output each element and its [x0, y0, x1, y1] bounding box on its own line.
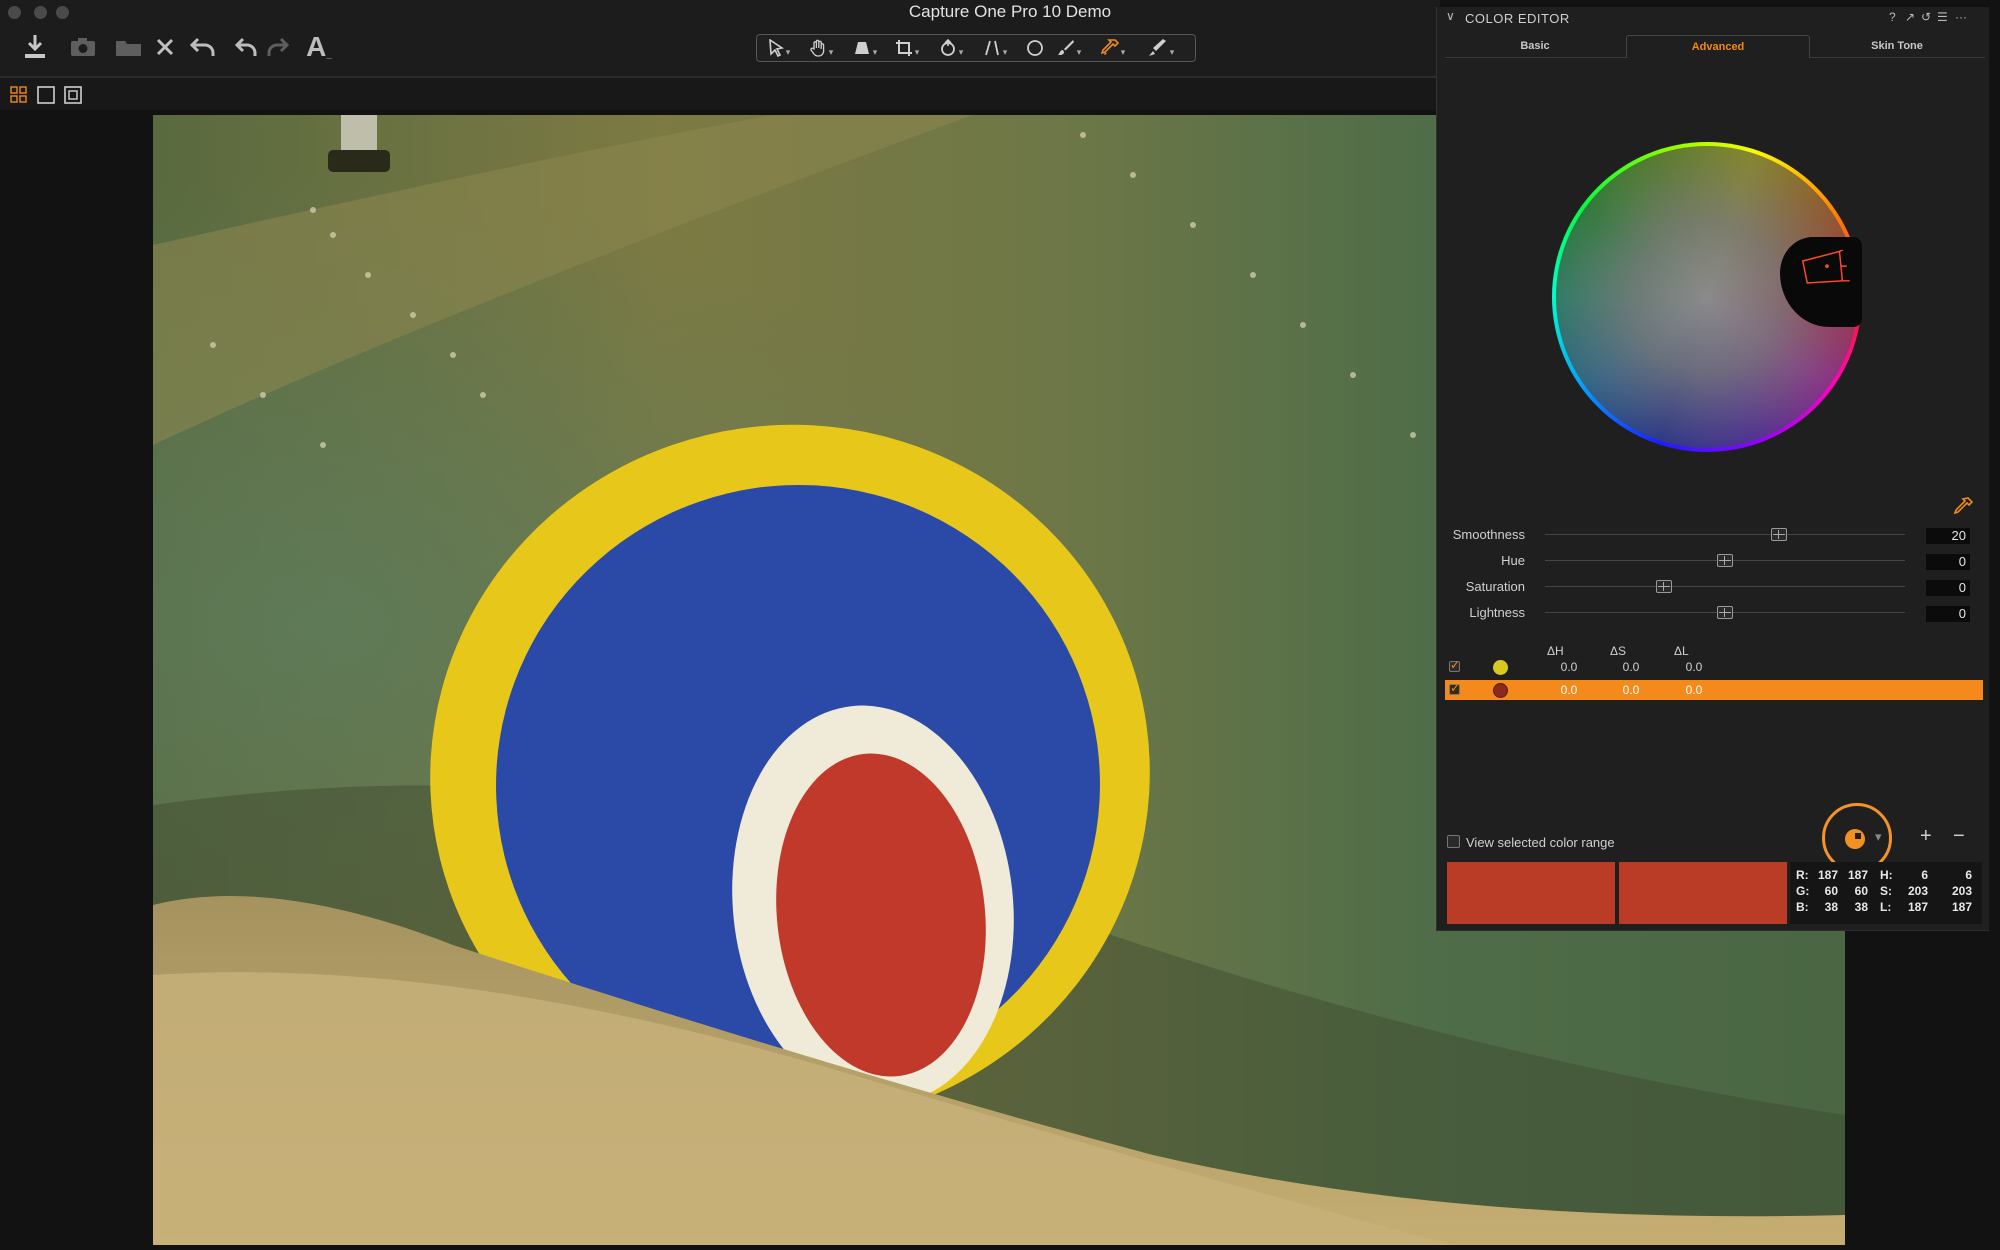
range-selector-handle[interactable] — [1797, 250, 1857, 294]
readout-h-before: 6 — [1921, 868, 1928, 882]
toolbar: Capture One Pro 10 Demo A _ ▾ ▾ ▾ ▾ ▾ ▾ … — [0, 0, 1440, 76]
rotate-tool-icon[interactable]: ▾ — [933, 37, 969, 59]
color-readout: R: 187 187 H: 6 6 G: 60 60 S: 203 203 B: 38 38 L: 1… — [1790, 862, 1982, 924]
row-enable-checkbox[interactable] — [1449, 681, 1460, 695]
eyedropper-icon[interactable] — [1953, 497, 1974, 522]
cursor-tools-group: ▾ ▾ ▾ ▾ ▾ ▾ ▾ ▾ ▾ — [756, 34, 1196, 62]
readout-g-after: 60 — [1854, 884, 1868, 898]
original-color-swatch — [1447, 862, 1615, 924]
brush-tool-icon[interactable]: ▾ — [1051, 37, 1087, 59]
collapse-chevron-icon[interactable]: ∨ — [1446, 9, 1455, 23]
row-delta-saturation: 0.0 — [1622, 660, 1640, 674]
detach-icon[interactable]: ↗ — [1905, 10, 1915, 24]
view-selected-label: View selected color range — [1466, 835, 1615, 850]
row-delta-hue: 0.0 — [1560, 660, 1578, 674]
smoothness-label: Smoothness — [1452, 527, 1525, 542]
view-selected-checkbox[interactable] — [1447, 835, 1460, 848]
color-range-row-selected[interactable]: 0.0 0.0 0.0 — [1445, 680, 1983, 700]
readout-b-after: 38 — [1854, 900, 1868, 914]
fit-view-icon[interactable] — [64, 86, 82, 104]
saturation-value[interactable]: 0 — [1926, 580, 1970, 596]
saturation-slider-handle[interactable] — [1655, 580, 1672, 593]
tab-advanced[interactable]: Advanced — [1626, 35, 1810, 58]
tab-basic[interactable]: Basic — [1445, 35, 1625, 57]
redo-icon[interactable] — [262, 32, 292, 62]
row-delta-saturation: 0.0 — [1622, 683, 1640, 697]
spot-removal-tool-icon[interactable] — [1017, 37, 1053, 59]
tab-bar: Basic Advanced Skin Tone — [1445, 35, 1985, 58]
hue-value[interactable]: 0 — [1926, 554, 1970, 570]
readout-g-before: 60 — [1824, 884, 1838, 898]
readout-b-before: 38 — [1824, 900, 1838, 914]
camera-icon[interactable] — [68, 32, 98, 62]
grid-view-icon[interactable] — [10, 86, 27, 103]
hue-slider-handle[interactable] — [1717, 554, 1733, 567]
color-editor-panel: ∨ COLOR EDITOR ? ↗ ↺ ☰ ··· Basic Advance… — [1436, 7, 1989, 931]
delete-icon[interactable] — [150, 32, 180, 62]
presets-icon[interactable]: ☰ — [1937, 10, 1948, 24]
readout-s-after: 203 — [1951, 884, 1972, 898]
more-options-icon[interactable]: ··· — [1955, 10, 1967, 24]
delta-saturation-header: ΔS — [1610, 644, 1627, 658]
color-picker-tool-icon[interactable]: ▾ — [1095, 37, 1131, 59]
readout-l-before: 187 — [1907, 900, 1928, 914]
readout-r-before: 187 — [1817, 868, 1838, 882]
keystone-tool-icon[interactable]: ▾ — [847, 37, 883, 59]
pick-dropdown-icon[interactable]: ▾ — [1875, 829, 1882, 845]
row-color-dot — [1493, 683, 1508, 698]
annotate-tool-icon[interactable]: ▾ — [1143, 37, 1179, 59]
reset-icon[interactable]: ↺ — [1921, 10, 1931, 24]
row-delta-lightness: 0.0 — [1685, 660, 1703, 674]
view-mode-bar — [0, 78, 1440, 110]
adjusted-color-swatch — [1619, 862, 1787, 924]
lightness-value[interactable]: 0 — [1926, 606, 1970, 622]
delta-hue-header: ΔH — [1547, 644, 1564, 658]
crop-tool-icon[interactable]: ▾ — [889, 37, 925, 59]
lightness-slider-handle[interactable] — [1717, 606, 1733, 619]
saturation-slider[interactable] — [1545, 586, 1905, 587]
panel-title: COLOR EDITOR — [1465, 11, 1570, 26]
readout-s-before: 203 — [1907, 884, 1928, 898]
add-color-range-button[interactable]: + — [1920, 825, 1932, 848]
readout-h-after: 6 — [1965, 868, 1972, 882]
delta-lightness-header: ΔL — [1674, 644, 1689, 658]
saturation-label: Saturation — [1465, 579, 1525, 594]
readout-l-after: 187 — [1951, 900, 1972, 914]
undo-icon[interactable] — [232, 32, 262, 62]
hue-label: Hue — [1501, 553, 1525, 568]
text-icon[interactable]: A _ — [304, 31, 334, 62]
pan-tool-icon[interactable]: ▾ — [803, 37, 839, 59]
cursor-tool-icon[interactable]: ▾ — [761, 37, 797, 59]
panel-header: ∨ COLOR EDITOR ? ↗ ↺ ☰ ··· — [1437, 7, 1989, 29]
color-wheel[interactable] — [1552, 142, 1862, 452]
smoothness-slider-handle[interactable] — [1771, 528, 1787, 541]
smoothness-slider[interactable] — [1545, 534, 1905, 535]
single-view-icon[interactable] — [37, 86, 55, 104]
row-delta-lightness: 0.0 — [1685, 683, 1703, 697]
tab-skin-tone[interactable]: Skin Tone — [1809, 35, 1985, 57]
help-icon[interactable]: ? — [1889, 10, 1896, 24]
view-selected-range-toggle[interactable]: View selected color range — [1447, 835, 1615, 850]
undo-history-icon[interactable] — [188, 32, 218, 62]
row-color-dot — [1493, 660, 1508, 675]
color-range-row[interactable]: 0.0 0.0 0.0 — [1445, 657, 1983, 677]
row-enable-checkbox[interactable] — [1449, 658, 1460, 672]
lightness-label: Lightness — [1469, 605, 1525, 620]
pick-color-range-icon[interactable] — [1845, 829, 1865, 849]
smoothness-value[interactable]: 20 — [1926, 528, 1970, 544]
straighten-tool-icon[interactable]: ▾ — [977, 37, 1013, 59]
import-icon[interactable] — [20, 32, 50, 62]
folder-icon[interactable] — [114, 32, 144, 62]
remove-color-range-button[interactable]: − — [1953, 825, 1965, 848]
readout-r-after: 187 — [1847, 868, 1868, 882]
row-delta-hue: 0.0 — [1560, 683, 1578, 697]
